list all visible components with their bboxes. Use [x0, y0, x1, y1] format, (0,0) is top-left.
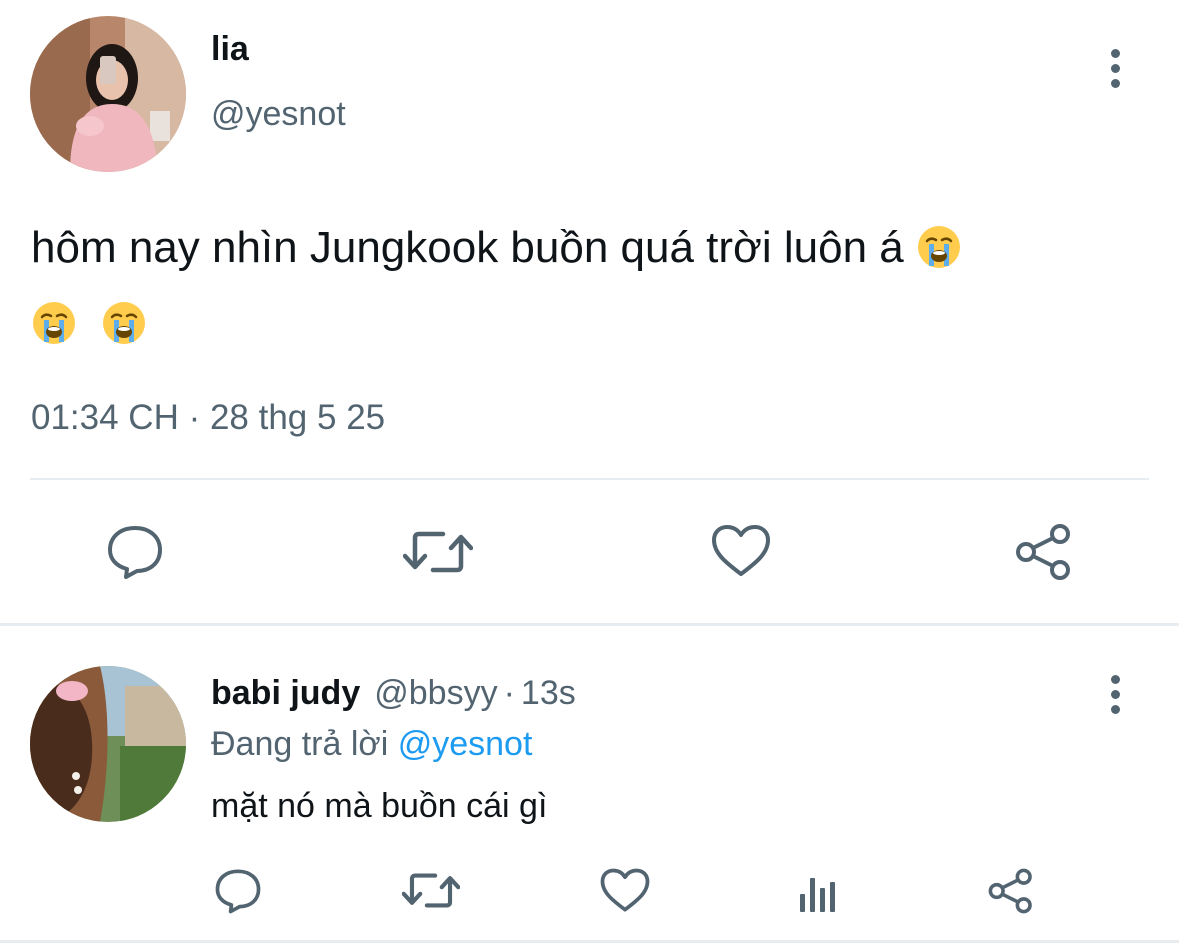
more-vertical-icon[interactable]	[1110, 675, 1120, 714]
tweet-text-body: hôm nay nhìn Jungkook buồn quá trời luôn…	[31, 223, 904, 272]
replying-to: Đang trả lời @yesnot	[211, 725, 532, 764]
reply-retweet-button[interactable]	[402, 869, 460, 912]
reply-text: mặt nó mà buồn cái gì	[211, 787, 548, 825]
reply-separator: ·	[503, 674, 515, 712]
reply-icon	[108, 526, 162, 579]
heart-icon	[712, 525, 770, 576]
retweet-icon	[403, 531, 473, 573]
replying-to-prefix: Đang trả lời	[211, 725, 389, 763]
reply-views-button[interactable]	[797, 868, 841, 914]
divider	[30, 478, 1149, 480]
views-icon	[800, 878, 835, 912]
reply-time[interactable]: 13s	[521, 674, 576, 712]
replying-to-handle[interactable]: @yesnot	[398, 725, 533, 763]
section-separator	[0, 623, 1179, 626]
heart-icon	[600, 868, 650, 912]
main-avatar[interactable]	[30, 16, 186, 172]
reply-author-name[interactable]: babi judy	[211, 674, 360, 712]
reply-reply-button[interactable]	[214, 868, 262, 914]
reply-button[interactable]	[106, 524, 164, 580]
section-separator	[0, 940, 1179, 943]
share-icon	[1016, 524, 1070, 580]
like-button[interactable]	[711, 524, 771, 578]
reply-share-button[interactable]	[987, 868, 1035, 914]
more-vertical-icon[interactable]	[1110, 49, 1120, 88]
tweet-detail-page: lia @yesnot hôm nay nhìn Jungkook buồn q…	[0, 0, 1179, 947]
loudly-crying-face-icon	[918, 226, 961, 268]
retweet-icon	[402, 873, 460, 908]
tweet-text: hôm nay nhìn Jungkook buồn quá trời luôn…	[31, 210, 1141, 362]
share-icon	[988, 868, 1032, 914]
reply-header: babi judy @bbsyy · 13s	[211, 674, 576, 713]
reply-avatar[interactable]	[30, 666, 186, 822]
reply-icon	[215, 869, 261, 914]
author-name[interactable]: lia	[211, 30, 249, 69]
loudly-crying-face-icon	[33, 302, 75, 344]
reply-like-button[interactable]	[600, 868, 650, 913]
share-button[interactable]	[1014, 523, 1074, 581]
author-handle[interactable]: @yesnot	[211, 95, 346, 134]
tweet-timestamp[interactable]: 01:34 CH · 28 thg 5 25	[31, 398, 385, 438]
retweet-button[interactable]	[403, 526, 473, 578]
reply-author-handle[interactable]: @bbsyy	[374, 674, 497, 712]
loudly-crying-face-icon	[103, 302, 146, 344]
